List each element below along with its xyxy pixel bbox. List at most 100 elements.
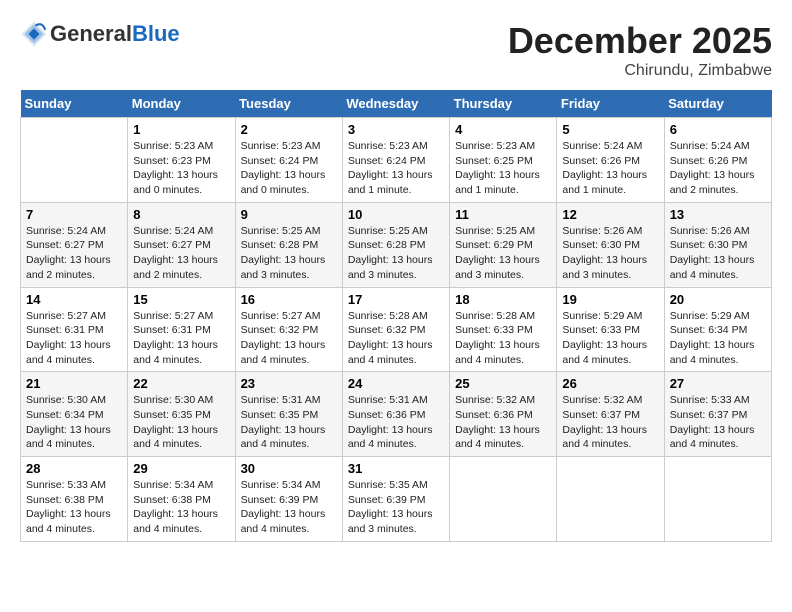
day-info: Sunrise: 5:27 AMSunset: 6:31 PMDaylight:… (26, 309, 122, 368)
logo-general-text: General (50, 21, 132, 46)
header-saturday: Saturday (664, 90, 771, 118)
day-number: 9 (241, 207, 337, 222)
day-number: 25 (455, 376, 551, 391)
calendar-cell: 14 Sunrise: 5:27 AMSunset: 6:31 PMDayligh… (21, 287, 128, 372)
day-info: Sunrise: 5:31 AMSunset: 6:36 PMDaylight:… (348, 393, 444, 452)
calendar-cell: 10 Sunrise: 5:25 AMSunset: 6:28 PMDayligh… (342, 202, 449, 287)
day-number: 11 (455, 207, 551, 222)
day-info: Sunrise: 5:25 AMSunset: 6:29 PMDaylight:… (455, 224, 551, 283)
calendar-cell: 24 Sunrise: 5:31 AMSunset: 6:36 PMDayligh… (342, 372, 449, 457)
day-number: 5 (562, 122, 658, 137)
header-wednesday: Wednesday (342, 90, 449, 118)
day-info: Sunrise: 5:28 AMSunset: 6:32 PMDaylight:… (348, 309, 444, 368)
calendar-cell: 2 Sunrise: 5:23 AMSunset: 6:24 PMDaylight… (235, 118, 342, 203)
calendar-cell: 8Sunrise: 5:24 AMSunset: 6:27 PMDaylight… (128, 202, 235, 287)
day-info: Sunrise: 5:26 AMSunset: 6:30 PMDaylight:… (670, 224, 766, 283)
day-info: Sunrise: 5:32 AMSunset: 6:36 PMDaylight:… (455, 393, 551, 452)
calendar-cell: 30 Sunrise: 5:34 AMSunset: 6:39 PMDayligh… (235, 457, 342, 542)
day-number: 26 (562, 376, 658, 391)
calendar-cell: 29 Sunrise: 5:34 AMSunset: 6:38 PMDayligh… (128, 457, 235, 542)
day-info: Sunrise: 5:23 AMSunset: 6:23 PMDaylight:… (133, 139, 229, 198)
calendar-cell: 9 Sunrise: 5:25 AMSunset: 6:28 PMDaylight… (235, 202, 342, 287)
day-number: 30 (241, 461, 337, 476)
day-info: Sunrise: 5:25 AMSunset: 6:28 PMDaylight:… (348, 224, 444, 283)
logo: GeneralBlue (20, 20, 180, 48)
calendar-cell (664, 457, 771, 542)
day-number: 10 (348, 207, 444, 222)
calendar-cell: 13Sunrise: 5:26 AMSunset: 6:30 PMDayligh… (664, 202, 771, 287)
calendar-cell (450, 457, 557, 542)
day-info: Sunrise: 5:27 AMSunset: 6:31 PMDaylight:… (133, 309, 229, 368)
calendar-header-row: SundayMondayTuesdayWednesdayThursdayFrid… (21, 90, 772, 118)
day-number: 24 (348, 376, 444, 391)
calendar-cell: 17 Sunrise: 5:28 AMSunset: 6:32 PMDayligh… (342, 287, 449, 372)
calendar-cell: 4 Sunrise: 5:23 AMSunset: 6:25 PMDaylight… (450, 118, 557, 203)
day-number: 29 (133, 461, 229, 476)
calendar-cell: 26 Sunrise: 5:32 AMSunset: 6:37 PMDayligh… (557, 372, 664, 457)
day-info: Sunrise: 5:34 AMSunset: 6:39 PMDaylight:… (241, 478, 337, 537)
day-info: Sunrise: 5:23 AMSunset: 6:24 PMDaylight:… (348, 139, 444, 198)
location: Chirundu, Zimbabwe (508, 62, 772, 80)
day-number: 3 (348, 122, 444, 137)
calendar-week-row: 7 Sunrise: 5:24 AMSunset: 6:27 PMDaylight… (21, 202, 772, 287)
calendar-cell: 5 Sunrise: 5:24 AMSunset: 6:26 PMDaylight… (557, 118, 664, 203)
calendar-cell: 21 Sunrise: 5:30 AMSunset: 6:34 PMDayligh… (21, 372, 128, 457)
page-header: GeneralBlue December 2025 Chirundu, Zimb… (20, 20, 772, 80)
day-info: Sunrise: 5:34 AMSunset: 6:38 PMDaylight:… (133, 478, 229, 537)
calendar-cell: 1 Sunrise: 5:23 AMSunset: 6:23 PMDaylight… (128, 118, 235, 203)
day-info: Sunrise: 5:31 AMSunset: 6:35 PMDaylight:… (241, 393, 337, 452)
day-number: 23 (241, 376, 337, 391)
day-info: Sunrise: 5:25 AMSunset: 6:28 PMDaylight:… (241, 224, 337, 283)
calendar-week-row: 1 Sunrise: 5:23 AMSunset: 6:23 PMDaylight… (21, 118, 772, 203)
day-info: Sunrise: 5:24 AMSunset: 6:27 PMDaylight:… (26, 224, 122, 283)
calendar-cell: 3 Sunrise: 5:23 AMSunset: 6:24 PMDaylight… (342, 118, 449, 203)
calendar-cell: 22Sunrise: 5:30 AMSunset: 6:35 PMDayligh… (128, 372, 235, 457)
day-number: 14 (26, 292, 122, 307)
day-number: 8 (133, 207, 229, 222)
day-number: 7 (26, 207, 122, 222)
day-number: 17 (348, 292, 444, 307)
day-number: 15 (133, 292, 229, 307)
day-number: 27 (670, 376, 766, 391)
calendar-cell: 18 Sunrise: 5:28 AMSunset: 6:33 PMDayligh… (450, 287, 557, 372)
day-info: Sunrise: 5:23 AMSunset: 6:25 PMDaylight:… (455, 139, 551, 198)
general-blue-icon (20, 20, 48, 48)
day-info: Sunrise: 5:26 AMSunset: 6:30 PMDaylight:… (562, 224, 658, 283)
calendar-cell: 19Sunrise: 5:29 AMSunset: 6:33 PMDayligh… (557, 287, 664, 372)
day-number: 19 (562, 292, 658, 307)
day-info: Sunrise: 5:23 AMSunset: 6:24 PMDaylight:… (241, 139, 337, 198)
day-number: 21 (26, 376, 122, 391)
header-monday: Monday (128, 90, 235, 118)
calendar-cell: 31Sunrise: 5:35 AMSunset: 6:39 PMDayligh… (342, 457, 449, 542)
day-number: 20 (670, 292, 766, 307)
day-number: 1 (133, 122, 229, 137)
calendar-cell: 11 Sunrise: 5:25 AMSunset: 6:29 PMDayligh… (450, 202, 557, 287)
calendar-cell (557, 457, 664, 542)
calendar-cell: 12Sunrise: 5:26 AMSunset: 6:30 PMDayligh… (557, 202, 664, 287)
calendar-cell (21, 118, 128, 203)
day-info: Sunrise: 5:30 AMSunset: 6:34 PMDaylight:… (26, 393, 122, 452)
calendar-cell: 6 Sunrise: 5:24 AMSunset: 6:26 PMDaylight… (664, 118, 771, 203)
day-number: 6 (670, 122, 766, 137)
header-thursday: Thursday (450, 90, 557, 118)
day-number: 22 (133, 376, 229, 391)
calendar-cell: 20Sunrise: 5:29 AMSunset: 6:34 PMDayligh… (664, 287, 771, 372)
day-info: Sunrise: 5:28 AMSunset: 6:33 PMDaylight:… (455, 309, 551, 368)
day-info: Sunrise: 5:27 AMSunset: 6:32 PMDaylight:… (241, 309, 337, 368)
day-number: 2 (241, 122, 337, 137)
logo-blue-text: Blue (132, 21, 180, 46)
day-info: Sunrise: 5:24 AMSunset: 6:26 PMDaylight:… (670, 139, 766, 198)
calendar-week-row: 28Sunrise: 5:33 AMSunset: 6:38 PMDayligh… (21, 457, 772, 542)
calendar-cell: 7 Sunrise: 5:24 AMSunset: 6:27 PMDaylight… (21, 202, 128, 287)
day-number: 4 (455, 122, 551, 137)
day-number: 31 (348, 461, 444, 476)
calendar-cell: 16Sunrise: 5:27 AMSunset: 6:32 PMDayligh… (235, 287, 342, 372)
calendar-cell: 23 Sunrise: 5:31 AMSunset: 6:35 PMDayligh… (235, 372, 342, 457)
day-info: Sunrise: 5:24 AMSunset: 6:26 PMDaylight:… (562, 139, 658, 198)
day-info: Sunrise: 5:32 AMSunset: 6:37 PMDaylight:… (562, 393, 658, 452)
calendar-cell: 25 Sunrise: 5:32 AMSunset: 6:36 PMDayligh… (450, 372, 557, 457)
day-info: Sunrise: 5:33 AMSunset: 6:37 PMDaylight:… (670, 393, 766, 452)
day-number: 18 (455, 292, 551, 307)
calendar-cell: 27 Sunrise: 5:33 AMSunset: 6:37 PMDayligh… (664, 372, 771, 457)
header-tuesday: Tuesday (235, 90, 342, 118)
